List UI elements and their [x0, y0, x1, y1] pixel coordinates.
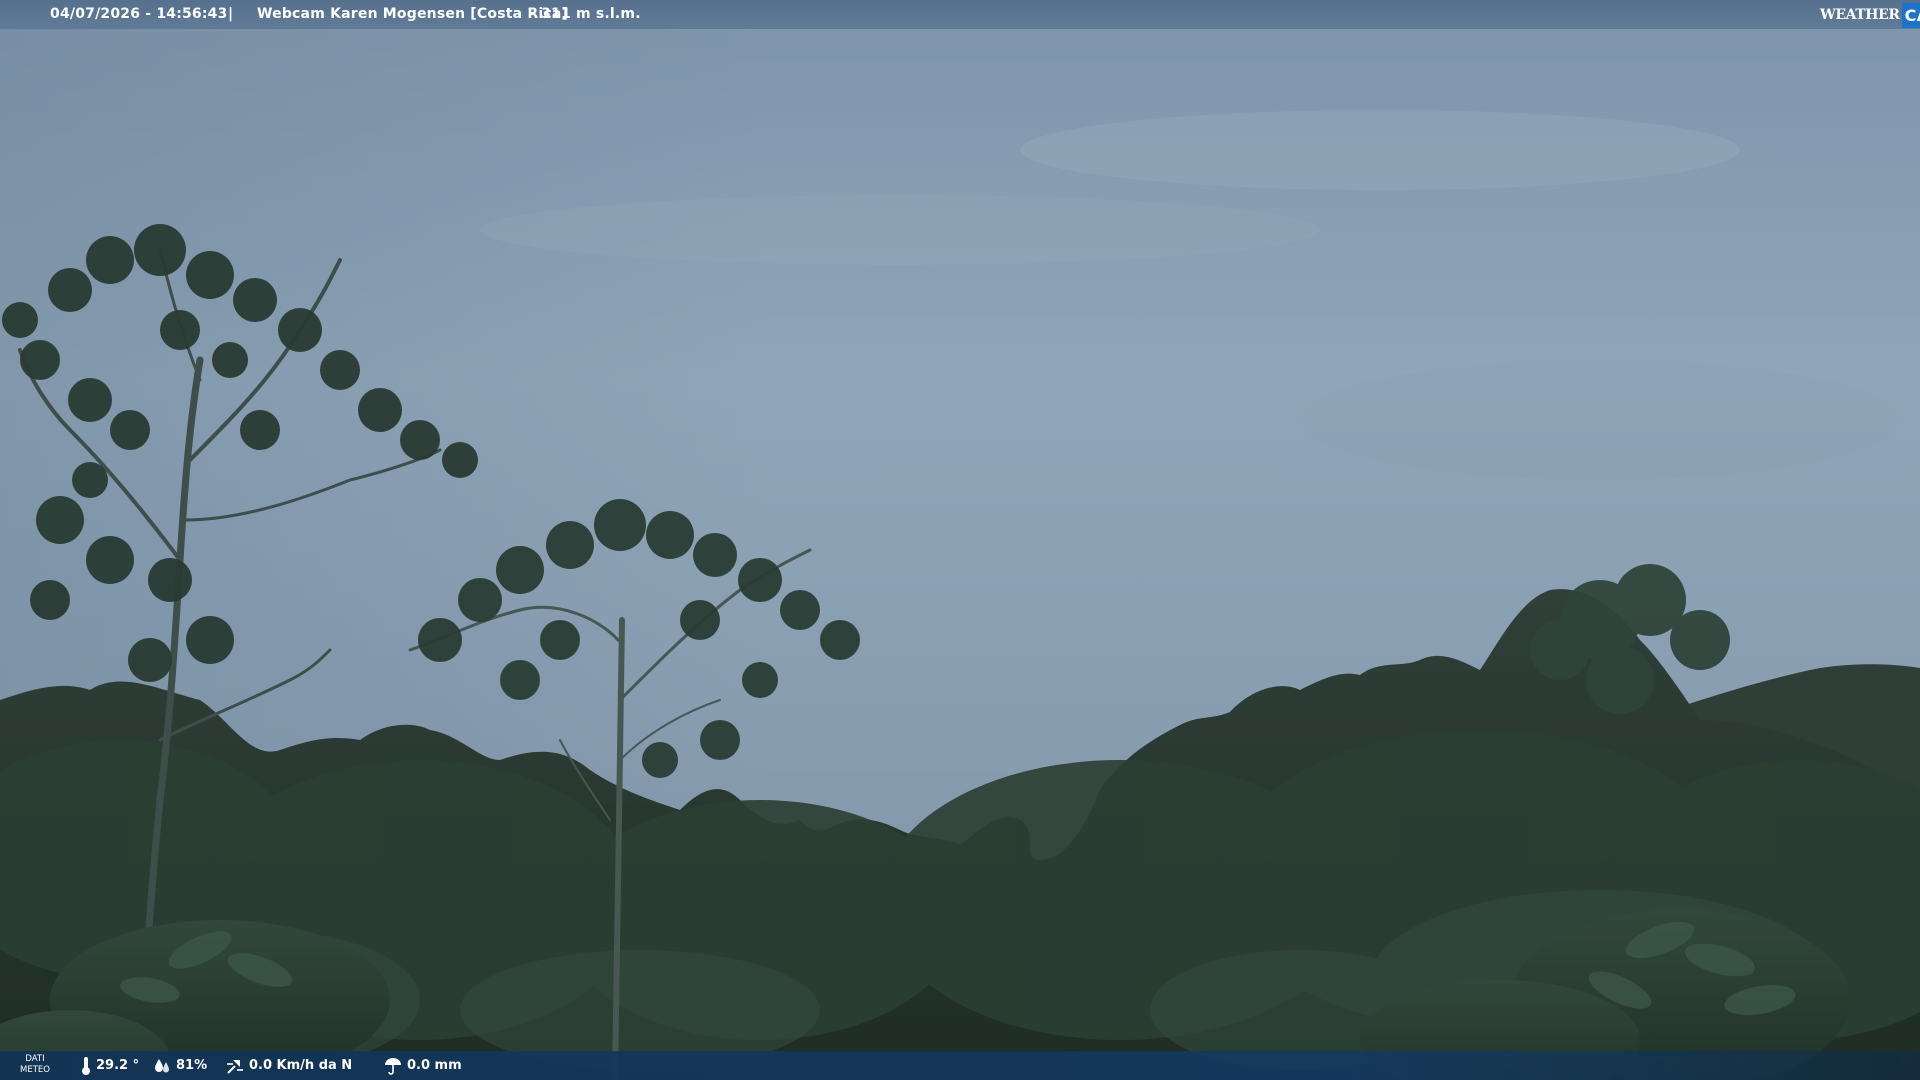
wind-reading: 0.0 Km/h da N: [225, 1051, 352, 1080]
logo-left-text: WEATHER: [1820, 6, 1900, 23]
rain-reading: 0.0 mm: [383, 1051, 462, 1080]
weather-data-bar: DATI METEO 29.2 ° 81% 0.0 Km/h da N 0.0 …: [0, 1051, 1920, 1080]
temperature-value: 29.2 °: [96, 1058, 140, 1073]
weather-data-label: DATI METEO: [20, 1054, 50, 1075]
camera-title: Webcam Karen Mogensen [Costa Rica]: [257, 6, 569, 22]
temperature-reading: 29.2 °: [80, 1051, 139, 1080]
separator: |: [228, 6, 234, 22]
top-info-bar: 04/07/2026 - 14:56:43 | Webcam Karen Mog…: [0, 0, 1920, 29]
wind-icon: [227, 1059, 243, 1074]
humidity-drops-icon: [155, 1058, 169, 1072]
wind-value: 0.0 Km/h da N: [249, 1058, 353, 1073]
thermometer-icon: [82, 1056, 90, 1075]
timestamp: 04/07/2026 - 14:56:43: [50, 6, 228, 22]
logo-right-text: CAM: [1901, 3, 1920, 28]
humidity-reading: 81%: [152, 1051, 207, 1080]
webcam-scene: [0, 0, 1920, 1080]
humidity-value: 81%: [176, 1058, 208, 1073]
rain-icon: [385, 1057, 401, 1075]
weathercam-logo: WEATHER CAM: [1818, 0, 1920, 29]
webcam-frame: 04/07/2026 - 14:56:43 | Webcam Karen Mog…: [0, 0, 1920, 1080]
rain-value: 0.0 mm: [407, 1058, 462, 1073]
elevation: - 311 m s.l.m.: [530, 6, 641, 22]
